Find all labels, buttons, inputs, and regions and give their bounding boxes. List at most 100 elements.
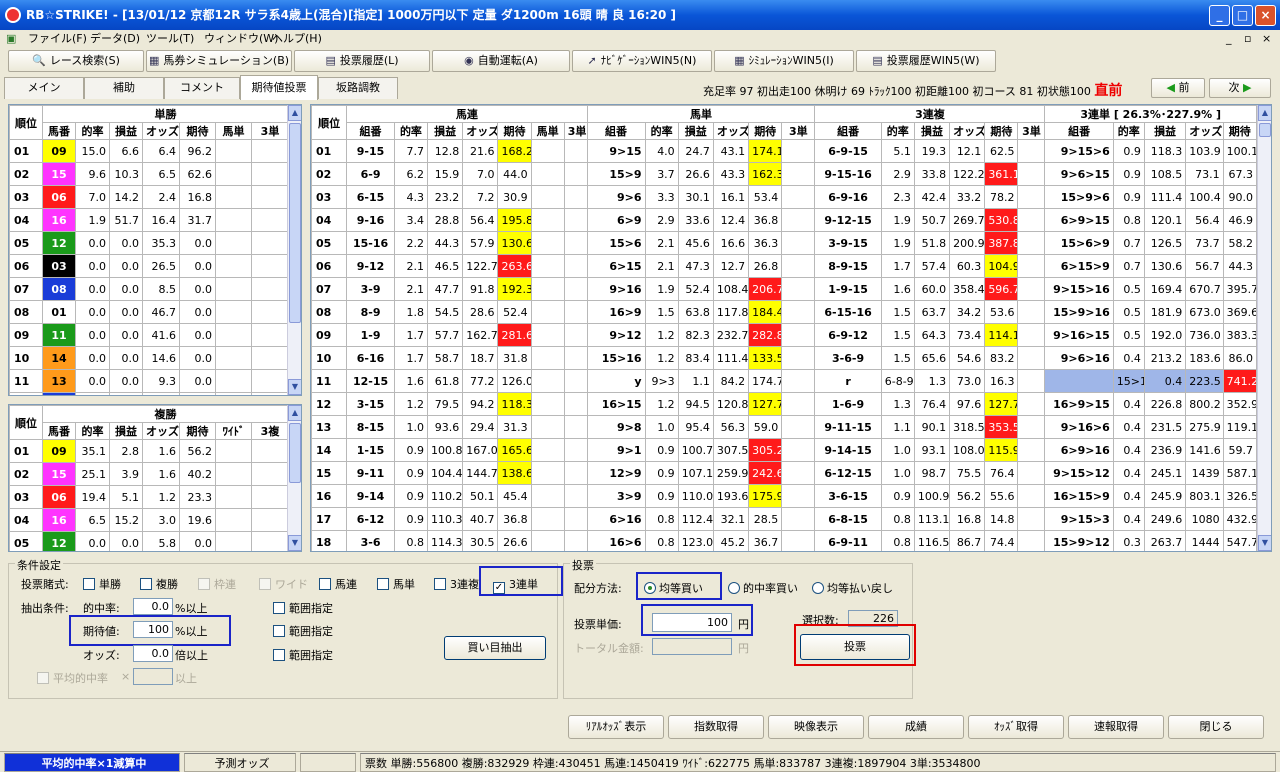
table-row[interactable]: 16 9-14 0.9 110.2 50.1 45.4 3>9 0.9 110.0 193.6 17… <box>311 484 1258 508</box>
check-exacta[interactable]: 馬単 <box>377 576 415 592</box>
scroll-up-icon[interactable]: ▲ <box>288 105 301 121</box>
table-row[interactable]: 05 12 0.0 0.0 5.8 0.0 <box>9 531 290 551</box>
next-button[interactable]: 次 ▶ <box>1209 78 1271 98</box>
table-row[interactable]: 02 6-9 6.2 15.9 7.0 44.0 15>9 3.7 26.6 43.3 162.3 9… <box>311 162 1258 186</box>
win-scrollbar[interactable]: ▲ ▼ <box>287 105 301 395</box>
table-row[interactable]: 04 16 1.9 51.7 16.4 31.7 <box>9 208 290 232</box>
check-place[interactable]: 複勝 <box>140 576 178 592</box>
check-win[interactable]: 単勝 <box>83 576 121 592</box>
close-button[interactable]: × <box>1255 5 1276 26</box>
table-row[interactable]: 01 9-15 7.7 12.8 21.6 168.2 9>15 4.0 24.7 43.1 174… <box>311 139 1258 163</box>
tab-main[interactable]: メイン <box>4 77 84 99</box>
auto-run-button[interactable]: ◉ 自動運転(A) <box>432 50 570 72</box>
table-row[interactable]: 05 12 0.0 0.0 35.3 0.0 <box>9 231 290 255</box>
table-row[interactable]: 07 3-9 2.1 47.7 91.8 192.3 9>16 1.9 52.4 108.4 206… <box>311 277 1258 301</box>
scroll-up-icon[interactable]: ▲ <box>288 405 301 421</box>
mdi-minimize-icon[interactable]: _ <box>1226 30 1232 48</box>
real-odds-button[interactable]: ﾘｱﾙｵｯｽﾞ表示 <box>568 715 664 739</box>
place-table: 順位 複勝 馬番 的率 損益 オッズ 期待 ﾜｲﾄﾞ 3複 01 09 35.1 2.8 1.6 56.… <box>9 405 290 551</box>
combo-scrollbar[interactable]: ▲ ▼ <box>1257 105 1271 551</box>
check-average-hit[interactable]: 平均的中率 <box>37 670 108 686</box>
table-row[interactable]: 18 3-6 0.8 114.3 30.5 26.6 16>6 0.8 123.0 45.2 36.… <box>311 530 1258 551</box>
table-row[interactable]: 13 8-15 1.0 93.6 29.4 31.3 9>8 1.0 95.4 56.3 59.0 9… <box>311 415 1258 439</box>
table-row[interactable]: 08 8-9 1.8 54.5 28.6 52.4 16>9 1.5 63.8 117.8 184.… <box>311 300 1258 324</box>
tab-expected-vote[interactable]: 期待値投票 <box>240 75 318 100</box>
table-row[interactable]: 07 08 0.0 0.0 8.5 0.0 <box>9 277 290 301</box>
odds-fetch-button[interactable]: ｵｯｽﾞ取得 <box>968 715 1064 739</box>
navigation-win5-button[interactable]: ➚ ﾅﾋﾞｹﾞｰｼｮﾝWIN5(N) <box>572 50 712 72</box>
radio-equal-payout[interactable]: 均等払い戻し <box>812 580 893 596</box>
scroll-thumb[interactable] <box>289 123 301 323</box>
tab-comment[interactable]: コメント <box>164 77 240 99</box>
mdi-restore-icon[interactable]: ▫ <box>1244 30 1251 48</box>
scroll-thumb[interactable] <box>1259 123 1271 137</box>
video-button[interactable]: 映像表示 <box>768 715 864 739</box>
check-range-3[interactable]: 範囲指定 <box>273 647 333 663</box>
maximize-button[interactable]: □ <box>1232 5 1253 26</box>
table-row[interactable]: 06 03 0.0 0.0 26.5 0.0 <box>9 254 290 278</box>
results-button[interactable]: 成績 <box>868 715 964 739</box>
menu-window[interactable]: ウィンドウ(W) <box>204 30 278 48</box>
table-row[interactable]: 14 1-15 0.9 100.8 167.0 165.6 9>1 0.9 100.7 307.5… <box>311 438 1258 462</box>
radio-hit-rate-buy[interactable]: 的中率買い <box>728 580 798 596</box>
table-row[interactable]: 01 09 35.1 2.8 1.6 56.2 <box>9 439 290 463</box>
odds-input[interactable]: 0.0 <box>133 645 173 662</box>
scroll-up-icon[interactable]: ▲ <box>1258 105 1271 121</box>
mdi-close-icon[interactable]: × <box>1262 30 1271 48</box>
vote-history-win5-button[interactable]: ▤ 投票履歴WIN5(W) <box>856 50 996 72</box>
check-trio[interactable]: 3連複 <box>434 576 479 592</box>
table-row[interactable]: 05 15-16 2.2 44.3 57.9 130.6 15>6 2.1 45.6 16.6 36… <box>311 231 1258 255</box>
table-row[interactable]: 04 16 6.5 15.2 3.0 19.6 <box>9 508 290 532</box>
table-row[interactable]: 01 09 15.0 6.6 6.4 96.2 <box>9 139 290 163</box>
race-search-button[interactable]: 🔍 レース検索(S) <box>8 50 144 72</box>
table-row[interactable]: 02 15 25.1 3.9 1.6 40.2 <box>9 462 290 486</box>
menu-tools[interactable]: ツール(T) <box>146 30 194 48</box>
table-row[interactable]: 12070.00.023.50.0 <box>9 392 290 395</box>
table-row[interactable]: 03 06 7.0 14.2 2.4 16.8 <box>9 185 290 209</box>
prev-button[interactable]: ◀ 前 <box>1151 78 1205 98</box>
table-row[interactable]: 17 6-12 0.9 110.3 40.7 36.8 6>16 0.8 112.4 32.1 28… <box>311 507 1258 531</box>
table-row[interactable]: 11 12-15 1.6 61.8 77.2 126.0 y 9>3 1.1 84.2 174.7 r… <box>311 369 1258 393</box>
table-row[interactable]: 04 9-16 3.4 28.8 56.4 195.8 6>9 2.9 33.6 12.4 36.8… <box>311 208 1258 232</box>
scroll-down-icon[interactable]: ▼ <box>1258 535 1271 551</box>
simulation-win5-button[interactable]: ▦ ｼﾐｭﾚｰｼｮﾝWIN5(I) <box>714 50 854 72</box>
table-row[interactable]: 10 6-16 1.7 58.7 18.7 31.8 15>16 1.2 83.4 111.4 13… <box>311 346 1258 370</box>
bet-simulation-button[interactable]: ▦ 馬券シミュレーション(B) <box>146 50 292 72</box>
check-bracket[interactable]: 枠連 <box>198 576 236 592</box>
combo-cell: r <box>814 369 882 393</box>
average-hit-input[interactable] <box>133 668 173 685</box>
check-wide[interactable]: ワイド <box>259 576 308 592</box>
check-range-1[interactable]: 範囲指定 <box>273 600 333 616</box>
check-quinella[interactable]: 馬連 <box>319 576 357 592</box>
table-row[interactable]: 09 1-9 1.7 57.7 162.7 281.6 9>12 1.2 82.3 232.7 28… <box>311 323 1258 347</box>
table-row[interactable]: 02 15 9.6 10.3 6.5 62.6 <box>9 162 290 186</box>
table-cell: 0.9 <box>644 438 679 462</box>
tab-slope-training[interactable]: 坂路調教 <box>318 77 398 99</box>
menu-file[interactable]: ファイル(F) <box>28 30 87 48</box>
table-row[interactable]: 11 13 0.0 0.0 9.3 0.0 <box>9 369 290 393</box>
tab-support[interactable]: 補助 <box>84 77 164 99</box>
table-row[interactable]: 15 9-11 0.9 104.4 144.7 138.6 12>9 0.9 107.1 259.… <box>311 461 1258 485</box>
table-cell: 110.3 <box>427 507 464 531</box>
table-row[interactable]: 06 9-12 2.1 46.5 122.7 263.6 6>15 2.1 47.3 12.7 26… <box>311 254 1258 278</box>
close-window-button[interactable]: 閉じる <box>1168 715 1264 739</box>
flash-fetch-button[interactable]: 速報取得 <box>1068 715 1164 739</box>
hit-rate-input[interactable]: 0.0 <box>133 598 173 615</box>
extract-button[interactable]: 買い目抽出 <box>444 636 546 660</box>
table-row[interactable]: 08 01 0.0 0.0 46.7 0.0 <box>9 300 290 324</box>
check-range-2[interactable]: 範囲指定 <box>273 623 333 639</box>
scroll-down-icon[interactable]: ▼ <box>288 535 301 551</box>
scroll-down-icon[interactable]: ▼ <box>288 379 301 395</box>
index-fetch-button[interactable]: 指数取得 <box>668 715 764 739</box>
menu-data[interactable]: データ(D) <box>90 30 140 48</box>
table-row[interactable]: 09 11 0.0 0.0 41.6 0.0 <box>9 323 290 347</box>
table-row[interactable]: 03 06 19.4 5.1 1.2 23.3 <box>9 485 290 509</box>
minimize-button[interactable]: _ <box>1209 5 1230 26</box>
vote-history-button[interactable]: ▤ 投票履歴(L) <box>294 50 430 72</box>
menu-help[interactable]: ヘルプ(H) <box>272 30 322 48</box>
table-row[interactable]: 10 14 0.0 0.0 14.6 0.0 <box>9 346 290 370</box>
table-row[interactable]: 12 3-15 1.2 79.5 94.2 118.3 16>15 1.2 94.5 120.8 1… <box>311 392 1258 416</box>
place-scrollbar[interactable]: ▲ ▼ <box>287 405 301 551</box>
scroll-thumb[interactable] <box>289 423 301 483</box>
table-row[interactable]: 03 6-15 4.3 23.2 7.2 30.9 9>6 3.3 30.1 16.1 53.4 6-… <box>311 185 1258 209</box>
